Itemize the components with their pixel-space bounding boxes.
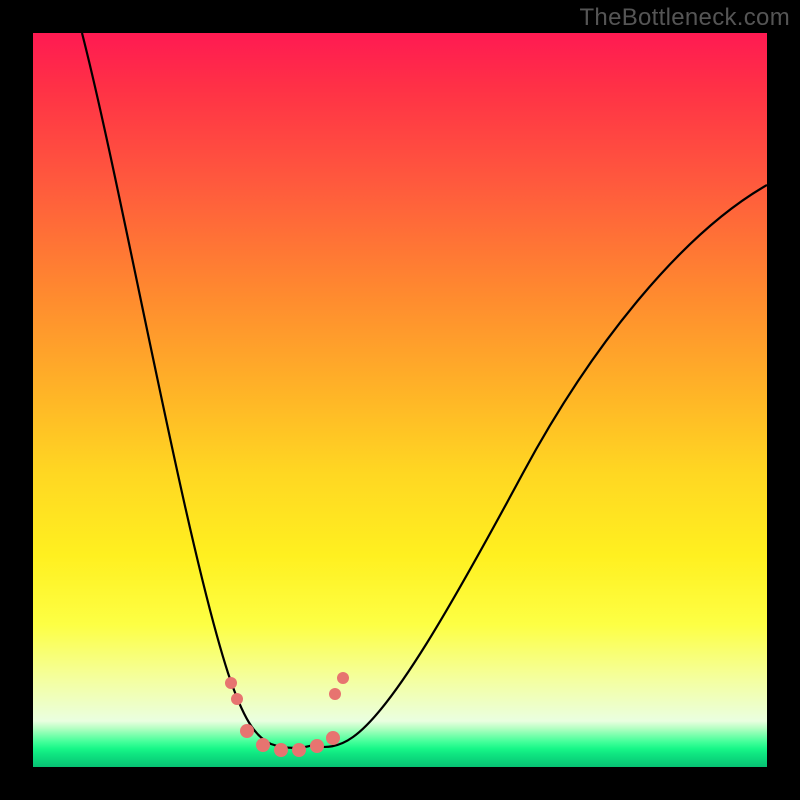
data-point-dot xyxy=(310,739,324,753)
data-point-dot xyxy=(292,743,306,757)
bottleneck-curve-right xyxy=(313,185,767,747)
plot-area xyxy=(33,33,767,767)
data-point-dot xyxy=(240,724,254,738)
data-point-dot xyxy=(274,743,288,757)
data-point-dot xyxy=(337,672,349,684)
data-point-dot xyxy=(329,688,341,700)
chart-frame: TheBottleneck.com xyxy=(0,0,800,800)
data-point-dot xyxy=(256,738,270,752)
data-point-dot xyxy=(231,693,243,705)
watermark-text: TheBottleneck.com xyxy=(579,4,790,32)
data-point-dot xyxy=(326,731,340,745)
curve-overlay xyxy=(33,33,767,767)
bottleneck-curve-left xyxy=(82,33,313,748)
data-point-dot xyxy=(225,677,237,689)
